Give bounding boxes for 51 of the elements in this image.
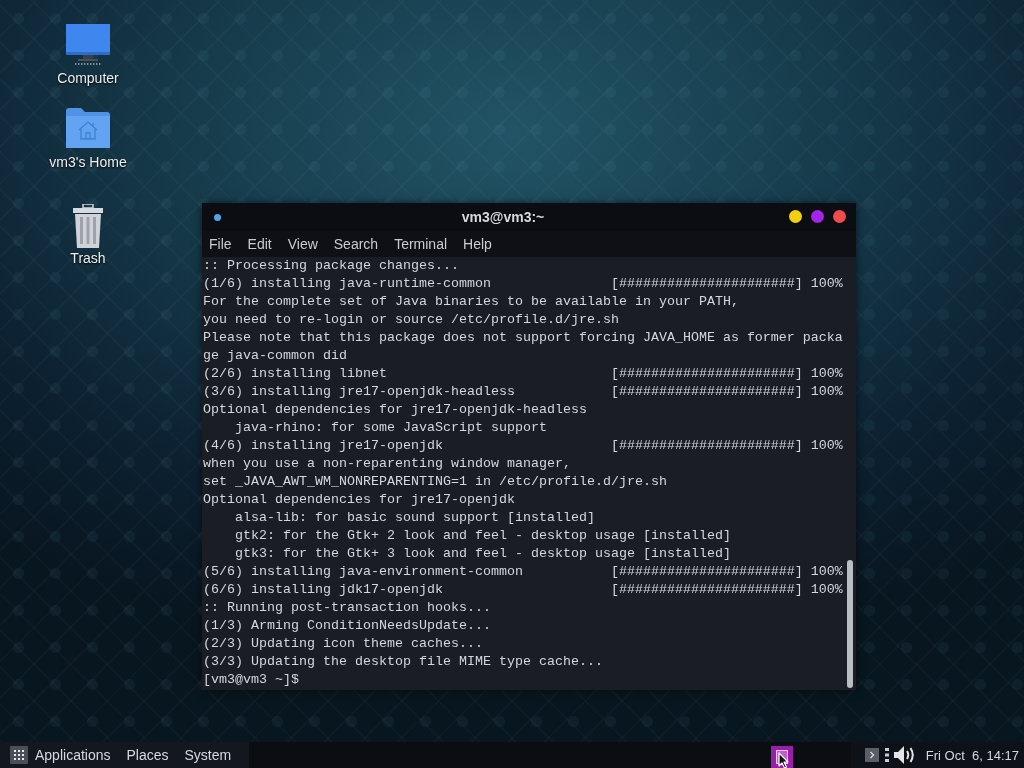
window-title: vm3@vm3:~: [460, 209, 546, 225]
panel-menu[interactable]: System: [176, 747, 240, 763]
terminal-line: you need to re-login or source /etc/profile.d/jre.sh: [203, 311, 620, 329]
app-grid-icon[interactable]: [10, 746, 28, 764]
menu-item[interactable]: Search: [326, 236, 387, 252]
chevron-right-icon[interactable]: [864, 748, 879, 762]
panel-menu[interactable]: Applications: [35, 747, 119, 763]
terminal-line: java-rhino: for some JavaScript support: [234, 419, 548, 437]
menu-item[interactable]: Help: [456, 236, 500, 252]
menu-item[interactable]: View: [280, 236, 326, 252]
minimize-button[interactable]: [789, 209, 802, 223]
window-menu-button[interactable]: [214, 213, 221, 221]
volume-icon[interactable]: [893, 745, 916, 765]
icon-label[interactable]: Computer: [57, 70, 119, 86]
scrollbar-thumb[interactable]: [847, 560, 853, 688]
close-button[interactable]: [833, 209, 846, 223]
menu-item[interactable]: File: [202, 236, 240, 252]
terminal-line: (5/6) installing java-environment-common [######################] 100%: [203, 563, 844, 581]
terminal-line: Optional dependencies for jre17-openjdk: [203, 491, 516, 509]
mouse-cursor-icon: [777, 752, 790, 768]
terminal-line: gtk2: for the Gtk+ 2 look and feel - desktop usage [installed]: [234, 527, 732, 545]
terminal-line: (1/3) Arming ConditionNeedsUpdate...: [203, 617, 492, 635]
terminal-line: gtk3: for the Gtk+ 3 look and feel - desktop usage [installed]: [234, 545, 732, 563]
terminal-line: (2/6) installing libnet [######################] 100%: [203, 365, 844, 383]
trash-icon[interactable]: [72, 204, 104, 248]
terminal-line: set _JAVA_AWT_WM_NONREPARENTING=1 in /etc/profile.d/jre.sh: [203, 473, 668, 491]
menu-item[interactable]: Terminal: [387, 236, 456, 252]
terminal-line: alsa-lib: for basic sound support [installed]: [234, 509, 596, 527]
terminal-line: (6/6) installing jdk17-openjdk [######################] 100%: [203, 581, 844, 599]
computer-icon[interactable]: [66, 24, 110, 65]
terminal-line: (3/6) installing jre17-openjdk-headless [######################] 100%: [203, 383, 844, 401]
drag-handle-icon[interactable]: [884, 747, 889, 763]
terminal-line: :: Running post-transaction hooks...: [203, 599, 492, 617]
terminal-line: For the complete set of Java binaries to be available in your PATH,: [203, 293, 740, 311]
terminal-line: (4/6) installing jre17-openjdk [######################] 100%: [203, 437, 844, 455]
terminal-line: Please note that this package does not support forcing JAVA_HOME as former packa: [203, 329, 844, 347]
terminal-line: (1/6) installing java-runtime-common [######################] 100%: [203, 275, 844, 293]
terminal-line: when you use a non-reparenting window manager,: [203, 455, 572, 473]
panel-menu[interactable]: Places: [118, 747, 177, 763]
home-folder-icon[interactable]: [66, 108, 110, 148]
menu-item[interactable]: Edit: [240, 236, 280, 252]
terminal-line: ge java-common did: [203, 347, 348, 365]
terminal-line: :: Processing package changes...: [203, 257, 460, 275]
terminal-line: Optional dependencies for jre17-openjdk-headless: [203, 401, 588, 419]
terminal-line: [vm3@vm3 ~]$: [203, 671, 300, 689]
terminal-line: (3/3) Updating the desktop file MIME type cache...: [203, 653, 604, 671]
icon-label[interactable]: vm3's Home: [49, 154, 127, 170]
icon-label[interactable]: Trash: [70, 250, 106, 266]
clock[interactable]: Fri Oct 6, 14:17: [925, 747, 1019, 763]
terminal-line: (2/3) Updating icon theme caches...: [203, 635, 484, 653]
maximize-button[interactable]: [811, 209, 824, 223]
